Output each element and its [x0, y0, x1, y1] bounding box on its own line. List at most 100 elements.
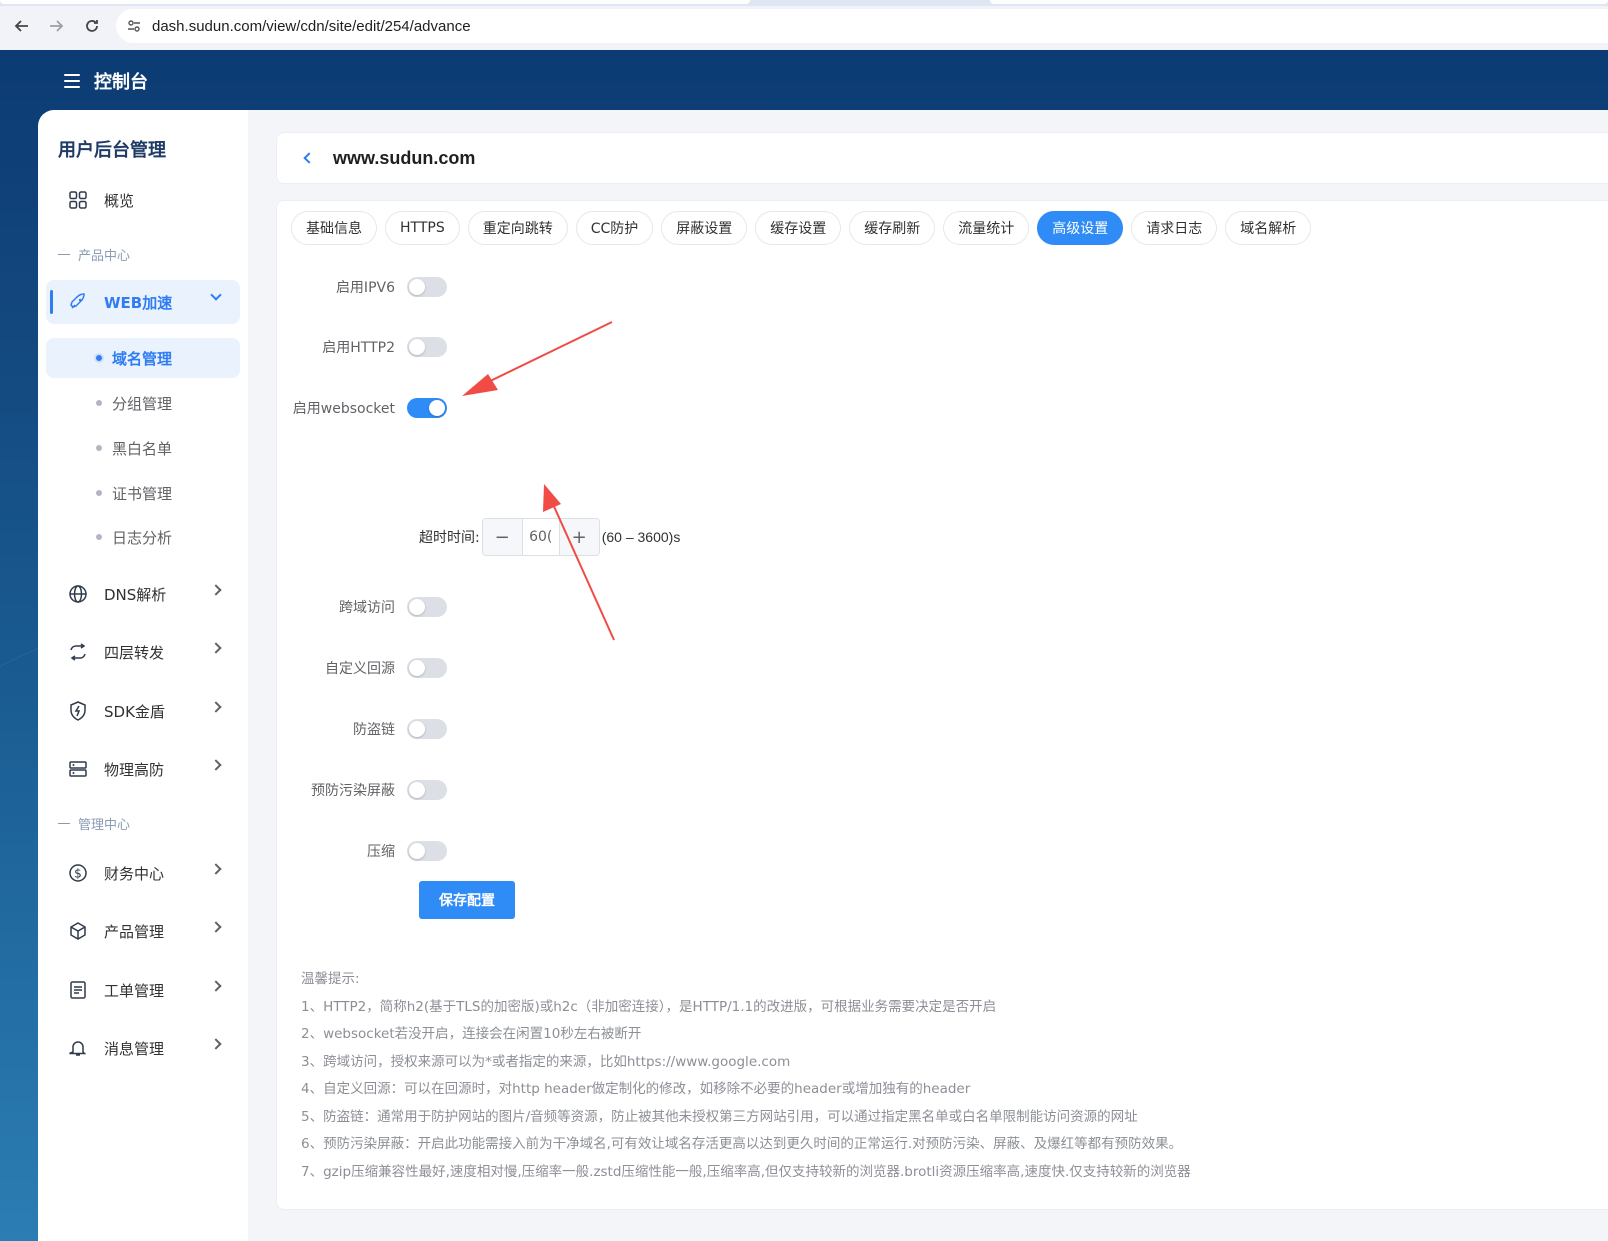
cors-switch[interactable]	[407, 597, 447, 617]
back-chevron-icon[interactable]	[303, 152, 315, 164]
sidebar-item-sdk-shield[interactable]: SDK金盾	[46, 689, 240, 733]
decrement-button[interactable]: −	[482, 519, 523, 555]
sidebar-item-dns[interactable]: DNS解析	[46, 572, 240, 616]
sidebar-item-l4-forward[interactable]: 四层转发	[46, 630, 240, 674]
save-config-button[interactable]: 保存配置	[419, 881, 515, 919]
browser-tab[interactable]	[0, 0, 750, 4]
chevron-right-icon	[210, 1038, 222, 1050]
custom-origin-switch[interactable]	[407, 658, 447, 678]
header-title: 控制台	[94, 72, 148, 93]
browser-tab[interactable]	[990, 0, 1608, 4]
sidebar-item-label: 产品管理	[104, 922, 165, 941]
sidebar-item-finance[interactable]: $ 财务中心	[46, 851, 240, 895]
websocket-timeout-row: 超时时间: − 60( + (60 – 3600)s	[419, 518, 680, 556]
sidebar-subitem-domain[interactable]: 域名管理	[46, 338, 240, 378]
setting-row-cors: 跨域访问	[277, 592, 977, 622]
pollution-switch[interactable]	[407, 780, 447, 800]
setting-label: 防盗链	[353, 722, 395, 738]
tab-cache-refresh[interactable]: 缓存刷新	[849, 211, 936, 245]
browser-tab-strip	[0, 0, 1608, 6]
ipv6-switch[interactable]	[407, 277, 447, 297]
sidebar-title: 用户后台管理	[58, 140, 166, 161]
tab-block-settings[interactable]: 屏蔽设置	[661, 211, 748, 245]
compress-switch[interactable]	[407, 841, 447, 861]
sidebar-item-label: 概览	[104, 191, 135, 210]
sidebar-item-product-mgmt[interactable]: 产品管理	[46, 909, 240, 953]
sidebar-item-web-accel[interactable]: WEB加速	[46, 280, 240, 324]
address-bar[interactable]: dash.sudun.com/view/cdn/site/edit/254/ad…	[116, 9, 1608, 43]
reload-icon[interactable]	[80, 14, 104, 38]
timeout-stepper: − 60( +	[481, 518, 600, 556]
tab-basic-info[interactable]: 基础信息	[291, 211, 377, 245]
tip-line: 3、跨域访问，授权来源可以为*或者指定的来源，比如https://www.goo…	[301, 1053, 791, 1070]
domain-title: www.sudun.com	[333, 147, 476, 168]
sidebar-subitem-log[interactable]: 日志分析	[46, 517, 240, 557]
tips-section: 温馨提示: 1、HTTP2，简称h2(基于TLS的加密版)或h2c（非加密连接）…	[301, 966, 1191, 1186]
section-label-admin: 管理中心	[58, 814, 130, 833]
tip-line: 6、预防污染屏蔽：开启此功能需接入前为干净域名,可有效让域名存活更高以达到更久时…	[301, 1136, 1183, 1152]
increment-button[interactable]: +	[558, 519, 599, 555]
sidebar-item-label: 四层转发	[104, 643, 165, 662]
tip-line: 4、自定义回源：可以在回源时，对http header做定制化的修改，如移除不必…	[301, 1081, 971, 1097]
tab-https[interactable]: HTTPS	[385, 211, 460, 245]
setting-row-ipv6: 启用IPV6	[277, 272, 977, 302]
sidebar-item-messages[interactable]: 消息管理	[46, 1026, 240, 1070]
main-content: www.sudun.com 基础信息 HTTPS 重定向跳转 CC防护 屏蔽设置…	[248, 110, 1608, 1241]
tab-cache-settings[interactable]: 缓存设置	[755, 211, 842, 245]
chevron-right-icon	[210, 921, 222, 933]
tab-bar: 基础信息 HTTPS 重定向跳转 CC防护 屏蔽设置 缓存设置 缓存刷新 流量统…	[291, 211, 1312, 245]
setting-label: 启用HTTP2	[322, 340, 395, 356]
chevron-right-icon	[210, 701, 222, 713]
document-icon	[66, 978, 90, 1002]
tab-request-log[interactable]: 请求日志	[1131, 211, 1218, 245]
setting-row-compress: 压缩	[277, 836, 977, 866]
setting-row-custom-origin: 自定义回源	[277, 653, 977, 683]
sidebar-subitem-label: 证书管理	[112, 484, 173, 503]
tab-redirect[interactable]: 重定向跳转	[467, 211, 568, 245]
chevron-right-icon	[210, 863, 222, 875]
globe-icon	[66, 582, 90, 606]
setting-label: 压缩	[367, 844, 395, 860]
tab-traffic-stats[interactable]: 流量统计	[943, 211, 1030, 245]
bullet-icon	[96, 445, 102, 451]
cube-icon	[66, 919, 90, 943]
tab-advanced-settings[interactable]: 高级设置	[1037, 211, 1124, 245]
bullet-icon	[96, 534, 102, 540]
timeout-input[interactable]: 60(	[523, 519, 559, 555]
tip-line: 1、HTTP2，简称h2(基于TLS的加密版)或h2c（非加密连接），是HTTP…	[301, 998, 997, 1015]
grid-icon	[66, 188, 90, 212]
sidebar-subitem-label: 分组管理	[112, 394, 173, 413]
timeout-range-hint: (60 – 3600)s	[601, 529, 681, 545]
timeout-label: 超时时间:	[419, 530, 480, 546]
menu-icon[interactable]	[64, 74, 80, 88]
sidebar-item-physical-defense[interactable]: 物理高防	[46, 747, 240, 791]
sidebar-subitem-label: 日志分析	[112, 528, 173, 547]
sidebar-subitem-group[interactable]: 分组管理	[46, 383, 240, 423]
svg-text:$: $	[74, 867, 82, 881]
server-icon	[66, 757, 90, 781]
setting-label: 跨域访问	[339, 600, 395, 616]
bullet-icon	[96, 355, 102, 361]
forward-arrow-icon[interactable]	[44, 14, 68, 38]
sidebar-item-tickets[interactable]: 工单管理	[46, 968, 240, 1012]
tab-dns-resolve[interactable]: 域名解析	[1225, 211, 1312, 245]
chevron-right-icon	[210, 759, 222, 771]
domain-header: www.sudun.com	[276, 132, 1608, 184]
section-label-product: 产品中心	[58, 245, 130, 264]
tip-line: 7、gzip压缩兼容性最好,速度相对慢,压缩率一般.zstd压缩性能一般,压缩率…	[301, 1163, 1191, 1180]
sidebar-subitem-blacklist[interactable]: 黑白名单	[46, 428, 240, 468]
sidebar: 用户后台管理 概览 产品中心 WEB加速 域名管理 分组管理 黑白名单 证书管理…	[38, 110, 248, 1241]
setting-row-hotlink: 防盗链	[277, 714, 977, 744]
sidebar-item-overview[interactable]: 概览	[46, 178, 240, 222]
hotlink-switch[interactable]	[407, 719, 447, 739]
sidebar-item-label: WEB加速	[104, 293, 173, 312]
http2-switch[interactable]	[407, 337, 447, 357]
sidebar-item-label: 物理高防	[104, 760, 165, 779]
websocket-switch[interactable]	[407, 398, 447, 418]
sidebar-item-label: 工单管理	[104, 981, 165, 1000]
back-arrow-icon[interactable]	[10, 14, 34, 38]
tab-cc-protection[interactable]: CC防护	[575, 211, 654, 245]
sidebar-subitem-cert[interactable]: 证书管理	[46, 473, 240, 513]
site-settings-icon[interactable]	[116, 18, 152, 34]
bell-icon	[66, 1036, 90, 1060]
